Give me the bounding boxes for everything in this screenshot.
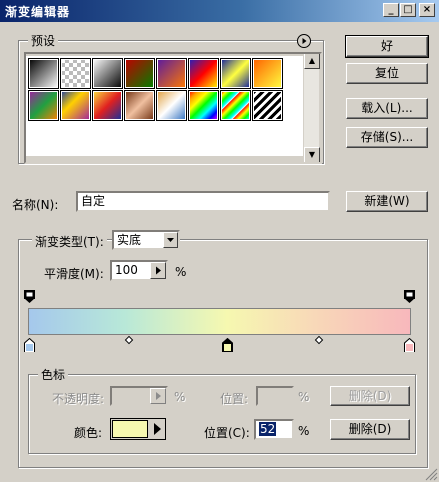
title-bar: 渐变编辑器 _ □ ×	[0, 0, 439, 22]
name-input[interactable]: 自定	[76, 191, 330, 212]
color-picker[interactable]	[110, 418, 166, 440]
smoothness-unit: %	[175, 265, 187, 279]
ok-button[interactable]: 好	[345, 35, 429, 58]
preset-swatch[interactable]	[188, 90, 219, 121]
preset-swatch[interactable]	[156, 90, 187, 121]
preset-swatch[interactable]	[156, 58, 187, 89]
color-stop-left[interactable]	[24, 338, 35, 352]
gradient-type-value: 实底	[117, 233, 142, 247]
preset-swatch[interactable]	[28, 90, 59, 121]
stops-label: 色标	[38, 366, 69, 383]
location-label: 位置(C):	[204, 426, 250, 440]
opacity-location-input[interactable]	[256, 386, 294, 406]
play-circle-icon[interactable]	[296, 33, 312, 49]
maximize-button[interactable]: □	[400, 3, 416, 17]
location-unit: %	[298, 424, 310, 438]
preset-swatch[interactable]	[124, 90, 155, 121]
color-swatch[interactable]	[112, 420, 148, 438]
preset-swatch[interactable]	[124, 58, 155, 89]
window-title: 渐变编辑器	[5, 5, 71, 19]
preset-swatch-grid	[26, 56, 304, 156]
opacity-stop-left[interactable]	[24, 290, 35, 304]
opacity-stop-right[interactable]	[404, 290, 415, 304]
gradient-type-label: 渐变类型(T):	[32, 233, 107, 250]
color-label: 颜色:	[74, 426, 103, 440]
presets-label: 预设	[28, 32, 59, 49]
chevron-down-icon[interactable]	[163, 232, 178, 248]
delete-color-stop-button[interactable]: 删除(D)	[330, 419, 410, 440]
opacity-location-label: 位置:	[220, 392, 249, 406]
presets-scrollbar[interactable]: ▲ ▼	[303, 53, 320, 163]
gradient-type-select[interactable]: 实底	[112, 230, 180, 250]
play-arrow-icon[interactable]	[150, 420, 165, 438]
name-label: 名称(N):	[12, 198, 59, 212]
play-arrow-icon[interactable]	[150, 388, 166, 404]
close-button[interactable]: ×	[419, 3, 435, 17]
opacity-unit: %	[174, 390, 186, 404]
location-input[interactable]: 52	[254, 419, 294, 440]
preset-swatch[interactable]	[92, 90, 123, 121]
preset-swatch[interactable]	[252, 58, 283, 89]
gradient-preview-bar[interactable]	[28, 308, 411, 335]
scroll-down-icon[interactable]: ▼	[304, 147, 320, 163]
load-button[interactable]: 载入(L)...	[346, 98, 428, 119]
preset-swatch[interactable]	[92, 58, 123, 89]
preset-swatch[interactable]	[252, 90, 283, 121]
delete-opacity-stop-button[interactable]: 删除(D)	[330, 386, 410, 406]
color-stop-right[interactable]	[404, 338, 415, 352]
opacity-location-unit: %	[298, 390, 310, 404]
reset-button[interactable]: 复位	[346, 63, 428, 84]
preset-swatch[interactable]	[28, 58, 59, 89]
smoothness-label: 平滑度(M):	[44, 267, 104, 281]
preset-swatch[interactable]	[220, 90, 251, 121]
smoothness-value: 100	[115, 263, 138, 277]
save-button[interactable]: 存储(S)...	[346, 127, 428, 148]
preset-swatch[interactable]	[188, 58, 219, 89]
location-value: 52	[259, 422, 277, 436]
opacity-label: 不透明度:	[52, 392, 105, 406]
resize-grip-icon[interactable]	[424, 467, 438, 481]
preset-swatch[interactable]	[60, 90, 91, 121]
new-button[interactable]: 新建(W)	[346, 191, 428, 212]
preset-swatch[interactable]	[60, 58, 91, 89]
play-arrow-icon[interactable]	[150, 262, 166, 279]
minimize-button[interactable]: _	[383, 3, 399, 17]
preset-swatch[interactable]	[220, 58, 251, 89]
color-stop-selected[interactable]	[222, 338, 233, 352]
scroll-up-icon[interactable]: ▲	[304, 53, 320, 69]
opacity-input[interactable]	[110, 386, 168, 406]
smoothness-input[interactable]: 100	[110, 260, 168, 281]
